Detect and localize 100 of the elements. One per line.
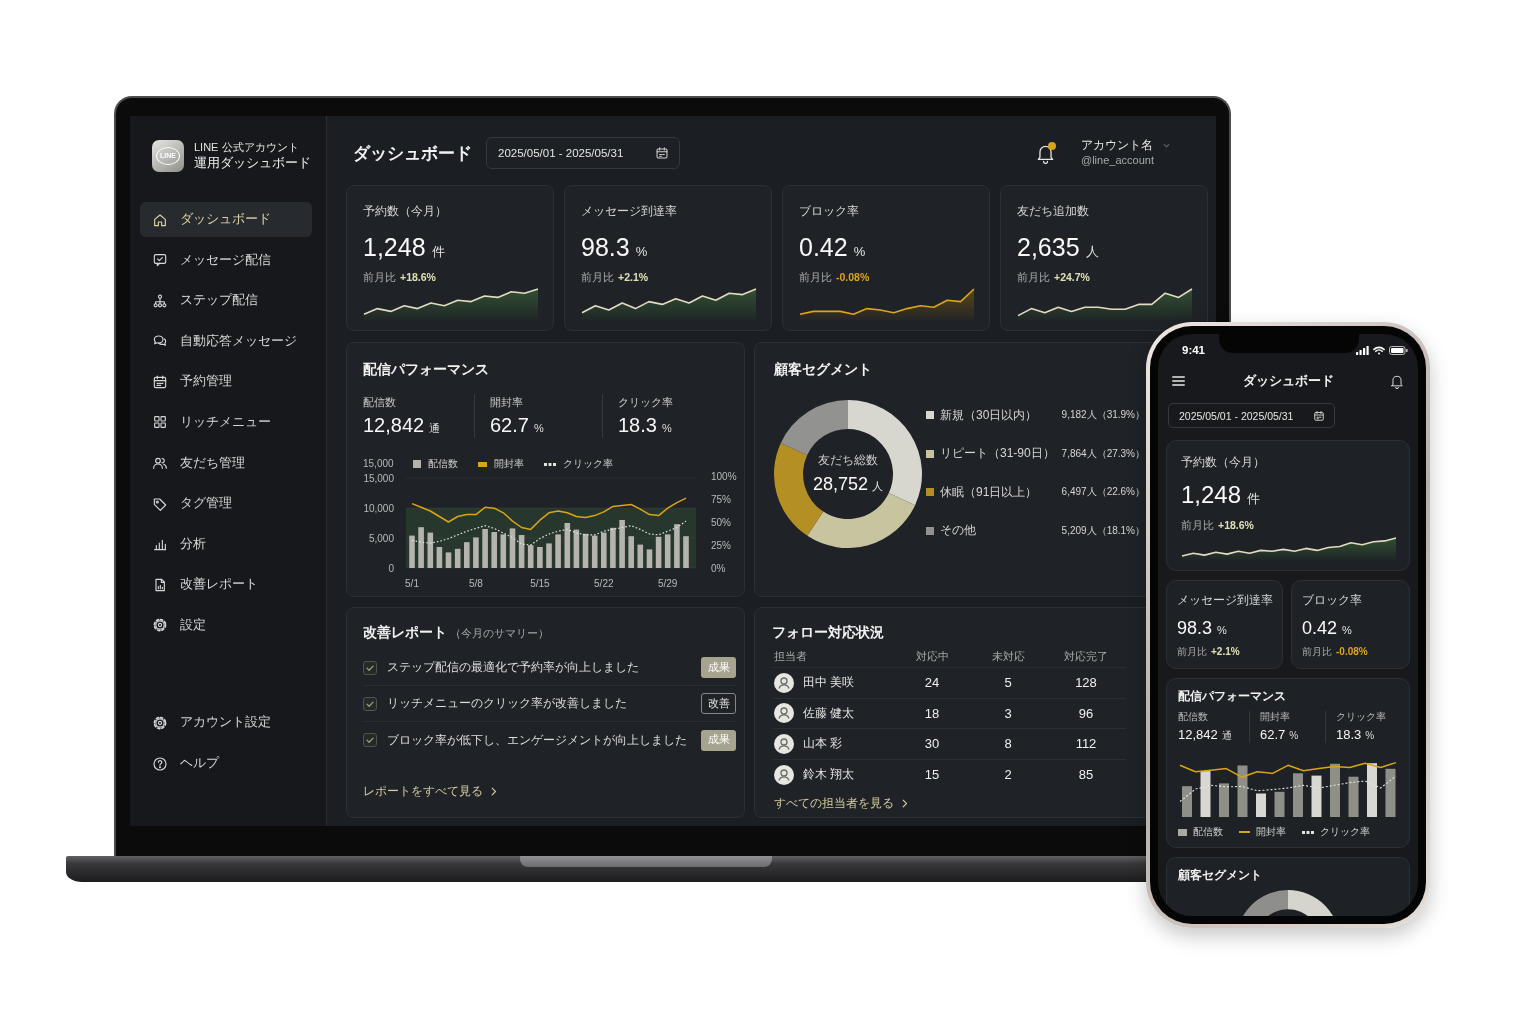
table-cell-text: 96 bbox=[1077, 705, 1095, 721]
kpi-label: ブロック率 bbox=[799, 204, 860, 219]
avatar-icon bbox=[774, 733, 794, 754]
kpi-value: 98.3 bbox=[1177, 617, 1213, 639]
nav-item[interactable]: 友だち管理 bbox=[140, 445, 312, 481]
table-cell-text: 112 bbox=[1074, 736, 1098, 752]
axis-label: 5/1 bbox=[405, 578, 419, 589]
kpi-value: 1,248 bbox=[1181, 480, 1242, 510]
kpi-unit: % bbox=[1342, 624, 1352, 636]
chart-bar bbox=[582, 533, 589, 568]
nav-item[interactable]: ヘルプ bbox=[140, 746, 312, 781]
bell-icon[interactable] bbox=[1390, 373, 1404, 389]
nav-item[interactable]: リッチメニュー bbox=[140, 404, 312, 440]
checkbox[interactable] bbox=[363, 660, 377, 675]
chat-check-icon bbox=[152, 252, 168, 269]
chart-bar bbox=[537, 547, 543, 568]
caret-icon[interactable] bbox=[1163, 143, 1170, 148]
avatar-icon bbox=[774, 764, 794, 785]
card-title: 改善レポート bbox=[363, 624, 447, 640]
menu-icon[interactable] bbox=[1172, 376, 1185, 386]
legend-label: 休眠（91日以上） bbox=[940, 483, 1038, 501]
stat-value: 18.3 bbox=[618, 413, 657, 438]
legend-label: 開封率 bbox=[494, 458, 524, 470]
chart-bar bbox=[674, 524, 680, 568]
axis-label: 50% bbox=[711, 516, 731, 528]
axis-label: 0 bbox=[388, 562, 394, 574]
kpi-label: メッセージ到達率 bbox=[581, 204, 678, 219]
chart-bar bbox=[591, 535, 598, 568]
change-label: 前月比 bbox=[1181, 518, 1214, 532]
kpi-value: 0.42 bbox=[1302, 617, 1338, 639]
card-subtitle: （今月のサマリー） bbox=[450, 627, 549, 641]
signal-icon bbox=[1356, 345, 1369, 355]
battery-icon bbox=[1389, 345, 1408, 355]
axis-label: 5,000 bbox=[368, 532, 394, 544]
legend-label: クリック率 bbox=[1320, 825, 1370, 839]
chart-bar bbox=[637, 544, 644, 568]
table-cell-text: 24 bbox=[923, 675, 941, 691]
stat-value: 12,842 bbox=[363, 413, 425, 438]
chart-bar bbox=[664, 534, 671, 568]
axis-label: 15,000 bbox=[363, 458, 395, 470]
stat-value: 12,842 bbox=[1178, 726, 1218, 743]
nav-item[interactable]: タグ管理 bbox=[140, 486, 312, 522]
chart-bar bbox=[555, 534, 561, 568]
dotted-line-icon bbox=[1302, 830, 1314, 834]
date-range-field[interactable]: 2025/05/01 - 2025/05/31 bbox=[486, 137, 680, 169]
change-value: +18.6% bbox=[400, 270, 436, 284]
change-label: 前月比 bbox=[1017, 270, 1050, 284]
checkbox[interactable] bbox=[363, 696, 377, 711]
chart-bar bbox=[683, 536, 689, 568]
staff-name: 山本 彩 bbox=[803, 736, 843, 752]
chart-bar bbox=[564, 523, 571, 568]
nav-item[interactable]: 予約管理 bbox=[140, 364, 312, 400]
report-item-text: リッチメニューのクリック率が改善しました bbox=[387, 695, 628, 712]
nav-item[interactable]: ステップ配信 bbox=[140, 283, 312, 319]
table-cell-text: 18 bbox=[923, 705, 941, 721]
view-all-reports-link[interactable]: レポートをすべて見る bbox=[363, 784, 497, 799]
kpi-unit: 件 bbox=[431, 243, 445, 261]
account-name[interactable]: アカウント名 bbox=[1081, 138, 1153, 153]
nav-item[interactable]: アカウント設定 bbox=[140, 705, 312, 741]
checkbox[interactable] bbox=[363, 733, 377, 747]
legend-label: 配信数 bbox=[428, 458, 458, 470]
kpi-label: 予約数（今月） bbox=[1181, 454, 1266, 470]
change-label: 前月比 bbox=[799, 270, 832, 284]
axis-label: 5/15 bbox=[530, 578, 550, 589]
legend-value: 9,182人（31.9%） bbox=[1060, 408, 1145, 423]
view-all-staff-link[interactable]: すべての担当者を見る bbox=[774, 796, 908, 811]
nav-item[interactable]: 設定 bbox=[140, 607, 312, 643]
tag-icon bbox=[152, 495, 168, 512]
nav-item[interactable]: 改善レポート bbox=[140, 567, 312, 603]
nav-item[interactable]: ダッシュボード bbox=[140, 202, 312, 237]
brand-title: 運用ダッシュボード bbox=[194, 155, 311, 172]
kpi-label: 友だち追加数 bbox=[1017, 204, 1090, 219]
stat-label: 開封率 bbox=[1260, 711, 1291, 723]
hierarchy-icon bbox=[152, 292, 168, 309]
status-time: 9:41 bbox=[1182, 344, 1206, 356]
chart-bar bbox=[482, 529, 488, 568]
donut-center-unit: 人 bbox=[872, 480, 884, 494]
bar-swatch-icon bbox=[1178, 828, 1187, 836]
chart-bar bbox=[527, 545, 534, 568]
stat-unit: % bbox=[661, 422, 672, 434]
nav-item[interactable]: 分析 bbox=[140, 526, 312, 562]
legend-value: 7,864人（27.3%） bbox=[1060, 446, 1145, 461]
nav-item[interactable]: メッセージ配信 bbox=[140, 242, 312, 278]
column-header: 担当者 bbox=[774, 650, 808, 664]
change-value: +24.7% bbox=[1054, 270, 1090, 284]
staff-name: 佐藤 健太 bbox=[803, 705, 855, 721]
table-cell-text: 30 bbox=[923, 736, 941, 752]
users-icon bbox=[152, 455, 168, 472]
chart-bar bbox=[427, 532, 434, 568]
nav-item[interactable]: 自動応答メッセージ bbox=[140, 323, 312, 359]
chart-bar bbox=[619, 520, 625, 568]
legend-label: 新規（30日以内） bbox=[940, 406, 1038, 424]
stat-label: 開封率 bbox=[490, 395, 524, 410]
avatar-icon bbox=[774, 672, 794, 693]
axis-label: 75% bbox=[711, 493, 731, 505]
date-range-field[interactable]: 2025/05/01 - 2025/05/31 bbox=[1168, 403, 1335, 428]
legend-label: その他 bbox=[940, 522, 976, 540]
calendar-icon bbox=[1313, 409, 1325, 422]
chart-bar bbox=[418, 527, 424, 568]
table-cell-text: 128 bbox=[1074, 675, 1098, 691]
